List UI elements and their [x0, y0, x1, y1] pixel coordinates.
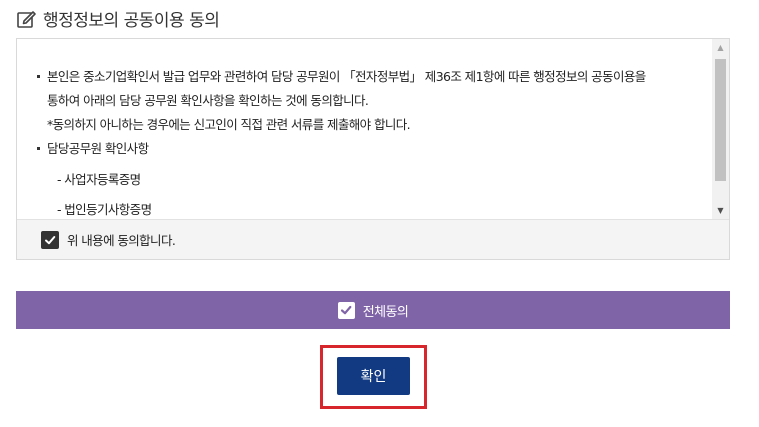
consent-panel: 본인은 중소기업확인서 발급 업무와 관련하여 담당 공무원이 「전자정부법」 …: [16, 38, 730, 260]
agree-all-bar[interactable]: 전체동의: [16, 291, 730, 329]
scrollbar-thumb[interactable]: [715, 59, 726, 181]
document-item: - 사업자등록증명: [57, 172, 141, 187]
scroll-up-arrow-icon[interactable]: ▲: [712, 39, 729, 56]
checkmark-icon: [45, 235, 56, 244]
agree-all-checkbox[interactable]: [337, 301, 355, 319]
agree-label[interactable]: 위 내용에 동의합니다.: [67, 230, 176, 249]
consent-note: *동의하지 아니하는 경우에는 신고인이 직접 관련 서류를 제출해야 합니다.: [47, 117, 411, 132]
vertical-scrollbar[interactable]: ▲ ▼: [712, 39, 729, 219]
consent-main-item: 본인은 중소기업확인서 발급 업무와 관련하여 담당 공무원이 「전자정부법」 …: [37, 65, 712, 137]
section-header: 행정정보의 공동이용 동의: [16, 6, 220, 31]
agree-all-label[interactable]: 전체동의: [363, 301, 409, 320]
consent-text-line1: 본인은 중소기업확인서 발급 업무와 관련하여 담당 공무원이 「전자정부법」 …: [47, 69, 646, 84]
consent-text-line2: 통하여 아래의 담당 공무원 확인사항을 확인하는 것에 동의합니다.: [47, 93, 369, 108]
document-item: - 법인등기사항증명: [57, 202, 152, 217]
edit-icon: [16, 8, 38, 30]
scroll-down-arrow-icon[interactable]: ▼: [712, 202, 729, 219]
checkmark-icon: [341, 305, 352, 315]
consent-scroll-area[interactable]: 본인은 중소기업확인서 발급 업무와 관련하여 담당 공무원이 「전자정부법」 …: [17, 39, 712, 219]
documents-container: - 사업자등록증명 - 법인등기사항증명: [37, 165, 712, 219]
consent-list: 본인은 중소기업확인서 발급 업무와 관련하여 담당 공무원이 「전자정부법」 …: [17, 39, 712, 219]
items-heading-label: 담당공무원 확인사항: [47, 141, 149, 156]
consent-items-heading: 담당공무원 확인사항: [37, 137, 712, 161]
confirm-button[interactable]: 확인: [337, 357, 410, 395]
section-title: 행정정보의 공동이용 동의: [43, 11, 220, 31]
document-list: - 사업자등록증명 - 법인등기사항증명: [47, 165, 712, 219]
agree-row[interactable]: 위 내용에 동의합니다.: [17, 219, 729, 259]
agree-checkbox[interactable]: [41, 230, 59, 249]
